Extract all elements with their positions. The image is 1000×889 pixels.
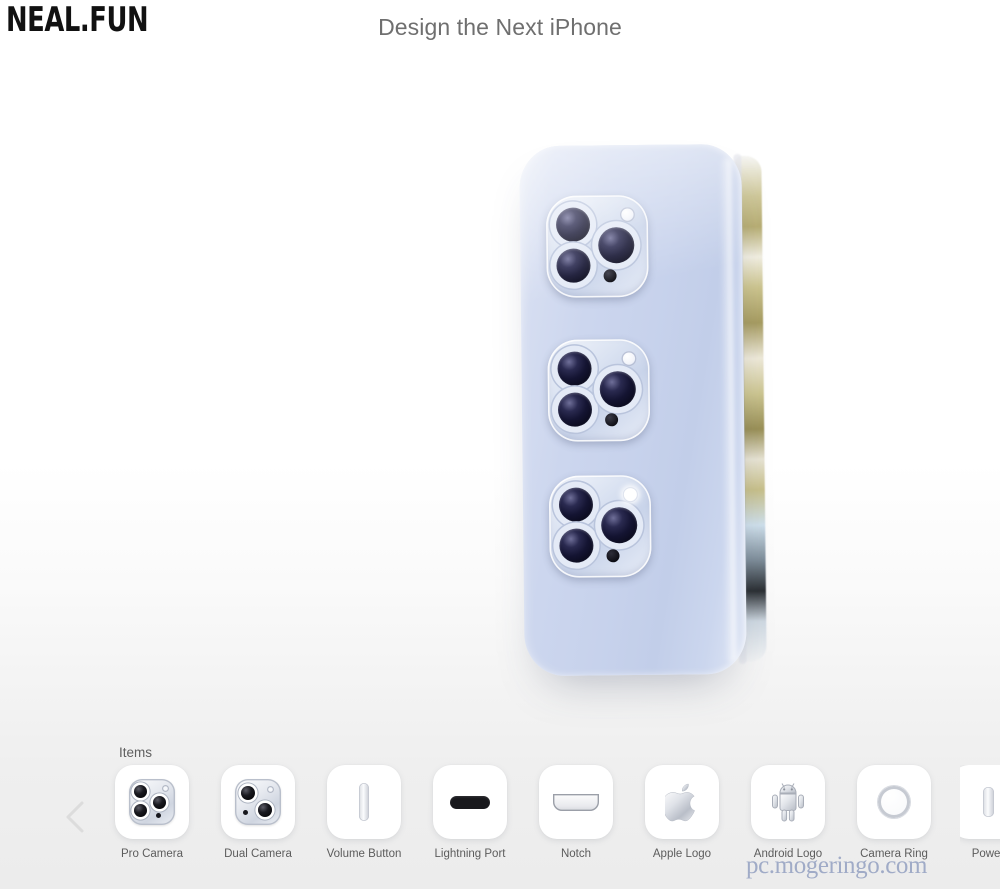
item-label: Dual Camera xyxy=(224,848,292,860)
item-tile[interactable] xyxy=(115,765,189,839)
volume-button-icon xyxy=(359,783,369,821)
lightning-port-icon xyxy=(450,795,490,809)
camera-lens-icon xyxy=(557,392,593,427)
item-label: Pro Camera xyxy=(121,848,183,860)
camera-lens-icon xyxy=(555,207,591,242)
android-logo-icon xyxy=(772,783,804,822)
camera-flash-icon xyxy=(619,207,636,223)
camera-module-bottom[interactable] xyxy=(548,474,652,578)
camera-lens-icon xyxy=(557,351,592,386)
power-button-icon xyxy=(982,787,994,817)
item-tile[interactable] xyxy=(857,765,931,839)
item-label: Apple Logo xyxy=(652,848,712,860)
camera-lens-icon xyxy=(556,248,591,283)
item-camera-ring[interactable]: Camera Ring xyxy=(854,765,934,860)
item-tile[interactable] xyxy=(433,765,507,839)
camera-module-top[interactable] xyxy=(545,194,649,298)
phone-edge-highlight xyxy=(719,158,737,663)
camera-module-middle[interactable] xyxy=(547,338,651,442)
phone-back-panel[interactable] xyxy=(519,143,747,677)
item-tile[interactable] xyxy=(539,765,613,839)
item-lightning-port[interactable]: Lightning Port xyxy=(430,765,510,860)
item-power-button[interactable]: Power xyxy=(960,765,1000,860)
page-title: Design the Next iPhone xyxy=(378,14,622,40)
lidar-sensor-icon xyxy=(605,413,619,427)
item-label: Notch xyxy=(560,848,592,860)
camera-lens-icon xyxy=(601,507,638,544)
item-tile[interactable] xyxy=(327,765,401,839)
app-root: NEAL.FUN Design the Next iPhone Items Pr… xyxy=(0,0,1000,889)
item-notch[interactable]: Notch xyxy=(536,765,616,860)
items-section-label: Items xyxy=(119,745,153,760)
camera-ring-icon xyxy=(878,786,910,818)
design-canvas[interactable] xyxy=(0,60,1000,740)
camera-lens-icon xyxy=(558,487,594,522)
camera-lens-icon xyxy=(599,371,636,408)
item-android-logo[interactable]: Android Logo xyxy=(748,765,828,860)
lidar-sensor-icon xyxy=(606,549,620,563)
iphone-render[interactable] xyxy=(511,143,767,677)
item-apple-logo[interactable]: Apple Logo xyxy=(642,765,722,860)
item-dual-camera[interactable]: Dual Camera xyxy=(218,765,298,860)
dual-camera-icon xyxy=(235,779,281,825)
item-tile[interactable] xyxy=(221,765,295,839)
pro-camera-icon xyxy=(129,779,175,825)
item-tile[interactable] xyxy=(645,765,719,839)
item-label: Power xyxy=(971,848,1000,860)
camera-lens-icon xyxy=(598,227,635,264)
chevron-left-icon[interactable] xyxy=(62,799,88,835)
lidar-sensor-icon xyxy=(603,269,617,283)
notch-icon xyxy=(553,793,599,811)
item-pro-camera[interactable]: Pro Camera xyxy=(112,765,192,860)
camera-flash-icon xyxy=(621,351,637,367)
apple-logo-icon xyxy=(665,783,695,822)
item-volume-button[interactable]: Volume Button xyxy=(324,765,404,860)
item-label: Android Logo xyxy=(753,848,823,860)
items-list: Pro Camera Dual Camera Volume Button Lig… xyxy=(112,765,1000,860)
item-tile[interactable] xyxy=(960,765,1000,839)
camera-lens-icon xyxy=(559,528,594,563)
item-label: Camera Ring xyxy=(860,848,928,860)
camera-flash-icon xyxy=(622,487,638,503)
item-label: Lightning Port xyxy=(434,848,506,860)
item-tile[interactable] xyxy=(751,765,825,839)
items-tray: Items Pro Camera Dual Camera Volume Butt… xyxy=(0,737,1000,889)
item-label: Volume Button xyxy=(326,848,402,860)
